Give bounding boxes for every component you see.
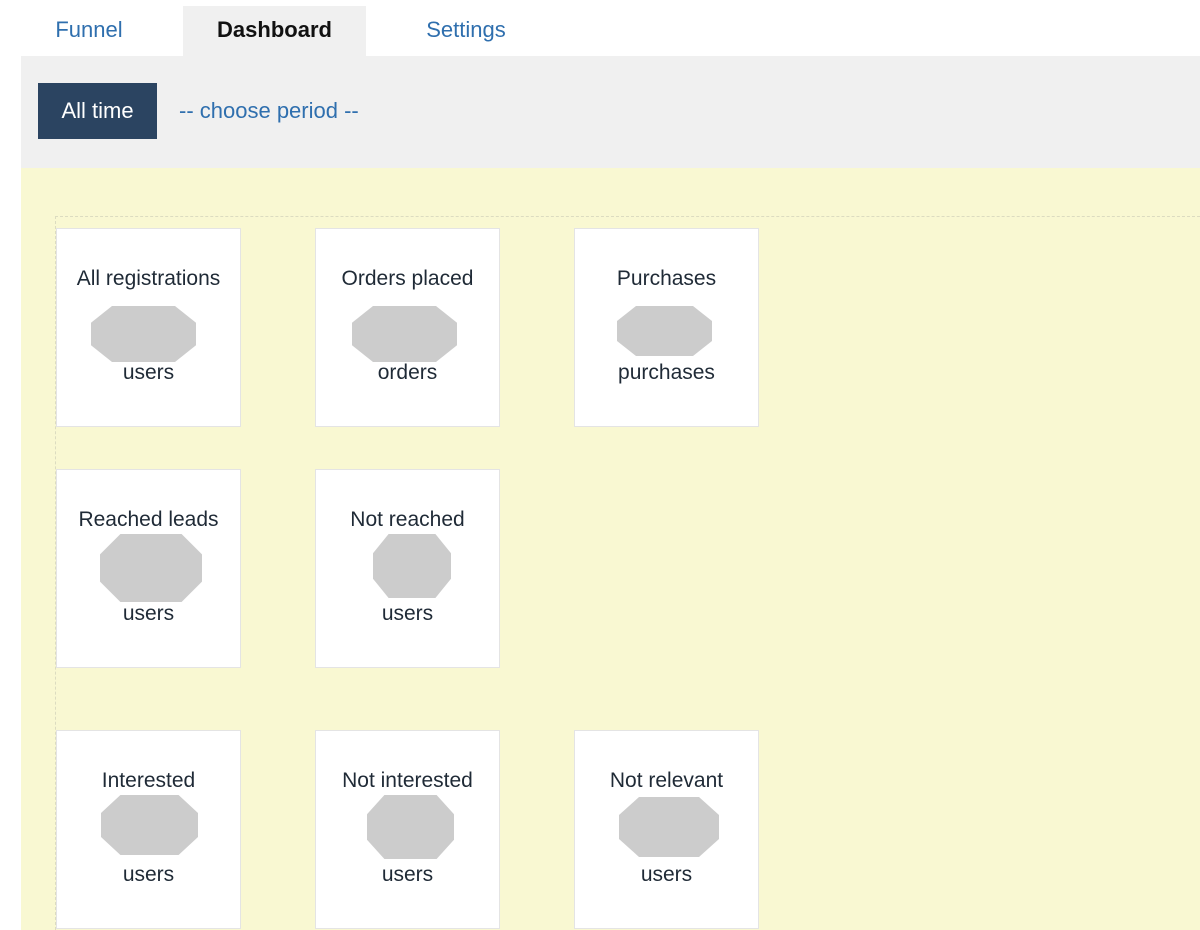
card-unit: users: [122, 361, 175, 384]
tab-settings[interactable]: Settings: [383, 6, 549, 56]
card-unit: users: [122, 602, 175, 625]
card-unit: users: [381, 863, 434, 886]
dashboard-area: All registrations users Orders placed or…: [21, 168, 1200, 930]
card-not-relevant[interactable]: Not relevant users: [574, 730, 759, 929]
tab-bar: Funnel Dashboard Settings: [0, 0, 1200, 56]
card-label: Interested: [101, 769, 196, 792]
card-purchases[interactable]: Purchases purchases: [574, 228, 759, 427]
redacted-value: [91, 306, 196, 362]
card-label: All registrations: [76, 267, 221, 290]
card-label: Purchases: [616, 267, 717, 290]
redacted-value: [619, 797, 719, 857]
card-label: Not relevant: [609, 769, 724, 792]
tab-dashboard[interactable]: Dashboard: [183, 6, 366, 56]
card-label: Not reached: [350, 508, 465, 531]
choose-period-link[interactable]: -- choose period --: [179, 83, 359, 139]
card-not-reached[interactable]: Not reached users: [315, 469, 500, 668]
card-orders-placed[interactable]: Orders placed orders: [315, 228, 500, 427]
redacted-value: [352, 306, 457, 362]
card-label: Not interested: [342, 769, 473, 792]
card-reached-leads[interactable]: Reached leads users: [56, 469, 241, 668]
redacted-value: [373, 534, 451, 598]
redacted-value: [367, 795, 454, 859]
period-filter-bar: All time -- choose period --: [21, 56, 1200, 168]
card-unit: users: [381, 602, 434, 625]
all-time-button[interactable]: All time: [38, 83, 157, 139]
card-label: Orders placed: [341, 267, 474, 290]
tab-funnel[interactable]: Funnel: [22, 6, 156, 56]
card-interested[interactable]: Interested users: [56, 730, 241, 929]
card-label: Reached leads: [78, 508, 219, 531]
card-not-interested[interactable]: Not interested users: [315, 730, 500, 929]
card-unit: users: [122, 863, 175, 886]
redacted-value: [100, 534, 202, 602]
card-unit: purchases: [618, 361, 715, 384]
card-unit: users: [640, 863, 693, 886]
card-unit: orders: [377, 361, 438, 384]
redacted-value: [101, 795, 198, 855]
redacted-value: [617, 306, 712, 356]
card-all-registrations[interactable]: All registrations users: [56, 228, 241, 427]
